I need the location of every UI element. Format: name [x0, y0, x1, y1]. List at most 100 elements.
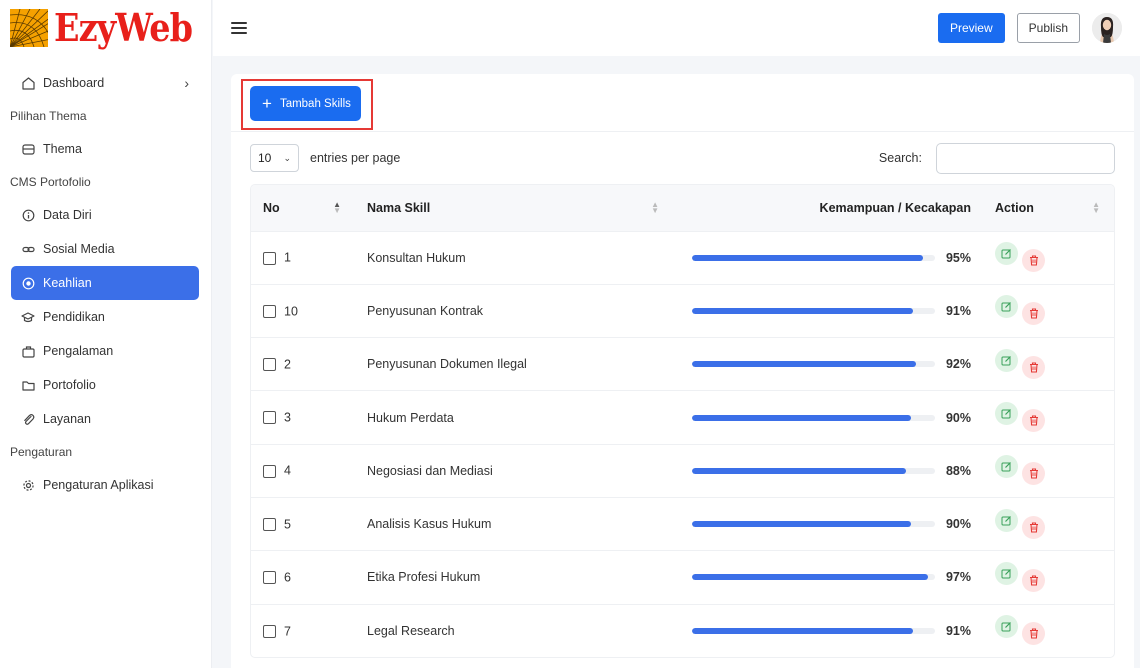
cell-actions: [979, 550, 1114, 605]
edit-button[interactable]: [995, 348, 1018, 372]
progress-bar: [692, 521, 935, 528]
delete-button[interactable]: [1022, 409, 1045, 433]
cell-skill-name: Hukum Perdata: [355, 390, 673, 445]
cell-skill-level: 88%: [673, 443, 979, 498]
column-header-name[interactable]: Nama Skill ▲ ▼: [355, 185, 673, 231]
cell-no: 1: [251, 230, 355, 285]
cell-skill-level: 90%: [673, 390, 979, 445]
column-header-skill[interactable]: Kemampuan / Kecakapan: [673, 185, 979, 231]
column-header-action[interactable]: Action ▲ ▼: [979, 185, 1114, 231]
edit-button[interactable]: [995, 508, 1018, 532]
edit-button[interactable]: [995, 455, 1018, 479]
delete-button[interactable]: [1022, 302, 1045, 326]
row-number: 7: [284, 624, 291, 639]
progress-bar: [692, 414, 935, 421]
trash-icon: [1029, 468, 1038, 479]
sidebar-item-keahlian[interactable]: Keahlian: [11, 266, 199, 300]
sidebar-item-layanan[interactable]: Layanan: [11, 402, 199, 436]
percent-label: 92%: [945, 357, 971, 372]
cell-actions: [979, 603, 1114, 658]
sidebar-item-dashboard[interactable]: Dashboard ›: [11, 66, 199, 100]
target-icon: [21, 276, 35, 290]
edit-button[interactable]: [995, 561, 1018, 585]
percent-label: 91%: [945, 303, 971, 318]
edit-button[interactable]: [995, 615, 1018, 639]
percent-label: 90%: [945, 410, 971, 425]
trash-icon: [1029, 575, 1038, 586]
menu-toggle-icon[interactable]: [231, 22, 247, 34]
cell-skill-level: 91%: [673, 603, 979, 658]
trash-icon: [1029, 415, 1038, 426]
delete-button[interactable]: [1022, 249, 1045, 273]
table-header-row: No ▲ ▼ Nama Skill ▲ ▼ Kemampuan / Kecakapa…: [251, 185, 1114, 231]
row-actions: [995, 348, 1114, 379]
sidebar-item-label: Layanan: [43, 412, 91, 426]
edit-button[interactable]: [995, 242, 1018, 266]
row-checkbox[interactable]: [263, 571, 276, 585]
sidebar-item-label: Pengaturan Aplikasi: [43, 478, 154, 492]
row-checkbox[interactable]: [263, 517, 276, 531]
delete-button[interactable]: [1022, 568, 1045, 592]
avatar[interactable]: [1092, 13, 1122, 43]
sidebar-item-pengalaman[interactable]: Pengalaman: [11, 334, 199, 368]
progress-fill: [692, 307, 914, 314]
row-number: 10: [284, 304, 298, 319]
sidebar-item-thema[interactable]: Thema: [11, 132, 199, 166]
row-number: 1: [284, 251, 291, 265]
search-input[interactable]: [936, 142, 1115, 174]
sidebar-item-pendidikan[interactable]: Pendidikan: [11, 300, 199, 334]
cell-no: 2: [251, 337, 355, 391]
row-actions: [995, 508, 1114, 539]
table-row: 6 Etika Profesi Hukum 97%: [251, 550, 1114, 605]
card-header: + Tambah Skills: [231, 74, 1134, 132]
trash-icon: [1029, 308, 1038, 319]
section-cms-portofolio: CMS Portofolio: [10, 175, 91, 189]
skills-table: No ▲ ▼ Nama Skill ▲ ▼ Kemampuan / Kecakapa…: [251, 185, 1114, 658]
column-header-label: Nama Skill: [367, 200, 431, 215]
page-size-select[interactable]: 10 ⌄: [250, 144, 299, 172]
row-checkbox[interactable]: [263, 358, 276, 372]
publish-button[interactable]: Publish: [1016, 13, 1080, 43]
trash-icon: [1029, 522, 1038, 533]
sidebar-item-sosial-media[interactable]: Sosial Media: [11, 232, 199, 266]
cell-skill-name: Konsultan Hukum: [355, 230, 673, 285]
edit-button[interactable]: [995, 402, 1018, 426]
folder-icon: [21, 378, 35, 392]
row-checkbox[interactable]: [263, 411, 276, 425]
info-icon: [21, 208, 35, 222]
table-body: 1 Konsultan Hukum 95% 10 Penyusunan Kontrak 9…: [251, 230, 1114, 658]
chevron-right-icon: ›: [184, 75, 189, 91]
row-checkbox[interactable]: [263, 464, 276, 478]
sidebar-item-data-diri[interactable]: Data Diri: [11, 198, 199, 232]
add-skill-button[interactable]: + Tambah Skills: [250, 86, 361, 121]
row-checkbox[interactable]: [263, 624, 276, 638]
delete-button[interactable]: [1022, 515, 1045, 539]
row-actions: [995, 561, 1114, 592]
sort-icon: ▲ ▼: [651, 199, 659, 215]
edit-icon: [1001, 515, 1011, 526]
row-number: 5: [284, 517, 291, 532]
sidebar-item-pengaturan-aplikasi[interactable]: Pengaturan Aplikasi: [11, 468, 199, 502]
cell-skill-level: 95%: [673, 230, 979, 285]
preview-button[interactable]: Preview: [937, 13, 1005, 43]
chevron-down-icon: ⌄: [283, 152, 291, 163]
page-size-value: 10: [258, 151, 272, 165]
delete-button[interactable]: [1022, 355, 1045, 379]
progress-bar: [692, 574, 935, 581]
delete-button[interactable]: [1022, 622, 1045, 646]
delete-button[interactable]: [1022, 462, 1045, 486]
edit-button[interactable]: [995, 295, 1018, 319]
cell-skill-level: 91%: [673, 283, 979, 338]
column-header-no[interactable]: No ▲ ▼: [251, 185, 355, 231]
brand-logo[interactable]: EzyWeb: [0, 0, 211, 56]
table-row: 1 Konsultan Hukum 95%: [251, 230, 1114, 285]
progress-bar: [692, 361, 935, 368]
sidebar-item-label: Thema: [43, 142, 82, 156]
row-actions: [995, 455, 1114, 486]
row-checkbox[interactable]: [263, 251, 276, 265]
top-header: Preview Publish: [213, 0, 1140, 56]
dashboard-icon: [21, 76, 35, 90]
sidebar-item-portofolio[interactable]: Portofolio: [11, 368, 199, 402]
table-row: 7 Legal Research 91%: [251, 603, 1114, 658]
row-checkbox[interactable]: [263, 304, 276, 318]
